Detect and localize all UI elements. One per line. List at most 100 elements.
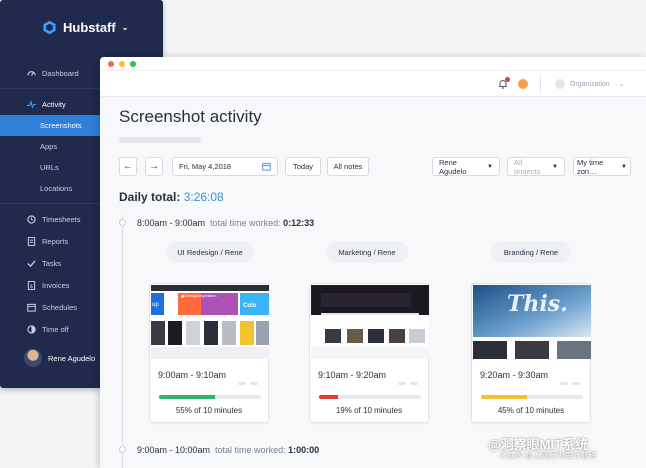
watermark-subtext: CSDN @上网行为审计软件	[500, 451, 598, 460]
card-action-placeholder[interactable]	[398, 382, 406, 385]
timezone-value: My time zon…	[577, 157, 604, 176]
sidebar-item-label: URLs	[40, 163, 59, 172]
today-label: Today	[292, 162, 313, 171]
activity-progress	[319, 395, 421, 399]
project-label: Branding / Rene	[503, 247, 559, 257]
avatar	[24, 349, 42, 367]
close-window-icon[interactable]	[108, 60, 114, 67]
project-label: UI Redesign / Rene	[177, 247, 243, 257]
page-title: Screenshot activity	[119, 107, 262, 126]
previous-day-button[interactable]: ←	[119, 157, 137, 176]
date-picker[interactable]: Fri, May 4,2018	[172, 157, 278, 176]
sidebar-item-label: Reports	[42, 236, 69, 246]
screenshot-card[interactable]: 9:10am - 9:20am 19% of 10 minutes	[309, 283, 429, 423]
caret-down-icon: ▼	[621, 163, 627, 170]
screenshot-card[interactable]: This. 9:20am - 9:30am 45% of 10 minutes	[471, 283, 591, 423]
card-action-placeholder[interactable]	[250, 382, 258, 385]
screenshot-thumbnail[interactable]: This.	[473, 285, 591, 359]
sidebar-item-label: Apps	[40, 142, 58, 151]
main-window: Organization ⌄ Screenshot activity ← → F…	[100, 57, 646, 468]
sidebar-item-label: Dashboard	[42, 68, 79, 78]
all-notes-button[interactable]: All notes	[327, 157, 369, 176]
brand[interactable]: Hubstaff ⌄	[42, 20, 128, 35]
window-titlebar	[100, 57, 646, 71]
screenshot-image	[311, 285, 429, 359]
projects-value: All projects	[514, 157, 541, 176]
user-name: Rene Agudelo	[48, 353, 96, 363]
tasks-icon	[26, 258, 36, 268]
slot-worked-label: total time worked:	[215, 445, 286, 455]
svg-text:$: $	[29, 283, 32, 289]
projects-select[interactable]: All projects ▼	[507, 157, 565, 176]
timeline-node	[119, 446, 126, 453]
daily-total-value: 3:26:08	[183, 190, 224, 204]
page-content: Screenshot activity ← → Fri, May 4,2018 …	[100, 97, 646, 468]
daily-total: Daily total: 3:26:08	[119, 190, 224, 204]
card-action-placeholder[interactable]	[410, 382, 418, 385]
activity-percentage: 45% of 10 minutes	[497, 406, 565, 415]
sidebar-item-label: Schedules	[42, 302, 78, 312]
maximize-window-icon[interactable]	[130, 60, 136, 67]
timeline-line	[122, 215, 123, 468]
sidebar-item-label: Timesheets	[42, 214, 81, 224]
project-pill: Branding / Rene	[491, 241, 571, 263]
slot-worked-value: 1:00:00	[288, 445, 320, 455]
filter-toolbar: ← → Fri, May 4,2018 Today All notes Rene…	[119, 157, 631, 177]
sidebar-item-label: Screenshots	[40, 121, 82, 130]
time-slot-header: 9:00am - 10:00am total time worked: 1:00:…	[137, 445, 319, 455]
time-slot-header: 8:00am - 9:00am total time worked: 0:12:3…	[137, 218, 314, 228]
card-action-placeholder[interactable]	[560, 382, 568, 385]
timeline-node	[119, 219, 126, 226]
daily-total-label: Daily total:	[119, 190, 181, 204]
sidebar-item-label: Tasks	[42, 258, 62, 268]
card-action-placeholder[interactable]	[238, 382, 246, 385]
activity-icon	[26, 99, 36, 109]
organization-label: Organization	[570, 80, 610, 88]
member-select[interactable]: Rene Agudelo ▼	[432, 157, 500, 176]
divider	[540, 75, 541, 93]
next-day-button[interactable]: →	[145, 157, 163, 176]
sidebar-item-label: Activity	[42, 99, 66, 109]
screen: Hubstaff ⌄ Dashboard Activity Screenshot…	[0, 0, 646, 468]
user-profile[interactable]: Rene Agudelo	[24, 349, 95, 367]
project-pill: Marketing / Rene	[326, 241, 408, 263]
activity-percentage: 55% of 10 minutes	[175, 406, 243, 415]
caret-down-icon: ▼	[487, 163, 493, 170]
topbar: Organization ⌄	[100, 71, 646, 97]
activity-percentage: 19% of 10 minutes	[335, 406, 403, 415]
screenshot-time: 9:00am - 9:10am	[158, 370, 227, 380]
thumb-text: Colo	[243, 303, 257, 309]
organization-selector[interactable]: Organization ⌄	[555, 79, 625, 89]
thumb-text: 30designinspiration	[182, 293, 217, 298]
member-value: Rene Agudelo	[439, 157, 467, 176]
status-indicator[interactable]	[518, 79, 528, 89]
chevron-down-icon: ⌄	[618, 81, 625, 88]
today-button[interactable]: Today	[285, 157, 321, 176]
screenshot-thumbnail[interactable]: up 30designinspiration Colo	[151, 285, 269, 359]
subtitle-placeholder	[119, 137, 201, 143]
slot-worked-value: 0:12:33	[283, 218, 315, 228]
activity-progress	[481, 395, 583, 399]
reports-icon	[26, 236, 36, 246]
slot-worked-label: total time worked:	[210, 218, 281, 228]
timezone-select[interactable]: My time zon… ▼	[573, 157, 631, 176]
activity-progress-fill	[481, 395, 527, 399]
activity-progress-fill	[159, 395, 216, 399]
minimize-window-icon[interactable]	[119, 60, 125, 67]
hubstaff-logo-icon	[43, 20, 56, 35]
project-label: Marketing / Rene	[338, 247, 396, 257]
card-action-placeholder[interactable]	[572, 382, 580, 385]
sidebar-item-label: Time off	[42, 324, 69, 334]
slot-range: 9:00am - 10:00am	[137, 445, 211, 455]
caret-down-icon: ▼	[552, 163, 558, 170]
brand-caret-icon: ⌄	[121, 23, 129, 32]
brand-name: Hubstaff	[63, 20, 116, 35]
thumb-text: up	[152, 302, 159, 308]
sidebar-item-label: Invoices	[42, 280, 70, 290]
timesheets-icon	[26, 214, 36, 224]
project-pill: UI Redesign / Rene	[166, 241, 254, 263]
screenshot-card[interactable]: up 30designinspiration Colo 9:00am - 9:1…	[149, 283, 269, 423]
arrow-left-icon: ←	[123, 161, 133, 172]
screenshot-thumbnail[interactable]	[311, 285, 429, 359]
schedules-icon	[26, 302, 36, 312]
